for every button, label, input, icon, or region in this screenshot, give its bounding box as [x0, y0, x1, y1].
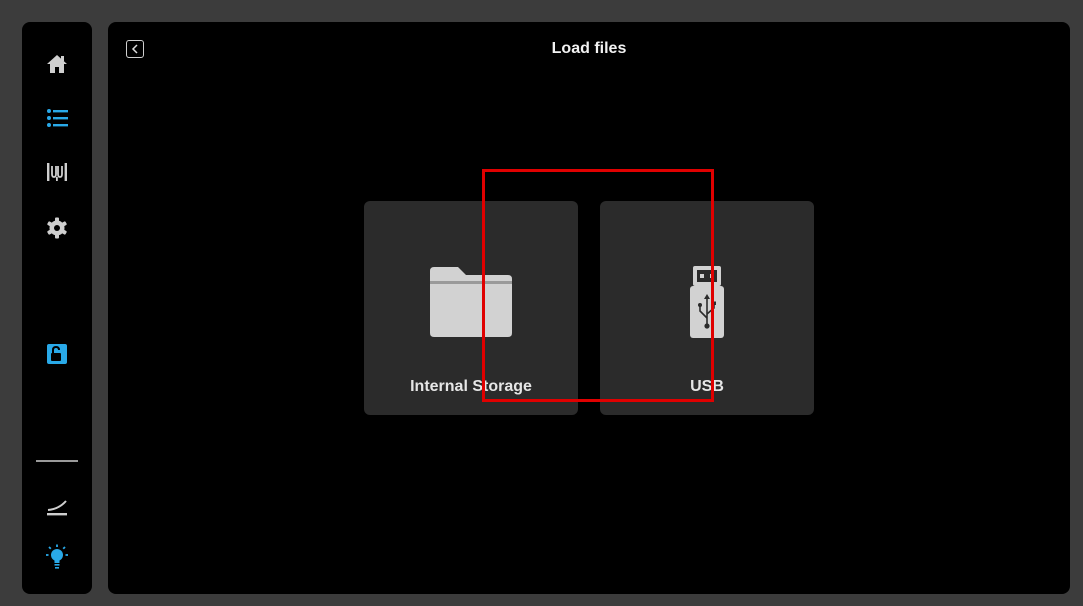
home-icon: [47, 55, 67, 73]
bed-level-icon: [47, 500, 67, 516]
sidebar-divider: [36, 460, 78, 462]
sidebar-item-light[interactable]: [32, 536, 82, 580]
light-bulb-icon: [46, 544, 68, 569]
gear-icon: [47, 217, 67, 239]
list-icon: [47, 109, 68, 127]
sidebar-item-settings[interactable]: [32, 206, 82, 250]
folder-icon: [430, 267, 512, 337]
sidebar-item-files[interactable]: [32, 96, 82, 140]
internal-storage-label: Internal Storage: [410, 378, 532, 395]
usb-drive-icon: [690, 266, 724, 338]
unlock-icon: [47, 344, 67, 364]
screen: Load files Internal Storage USB: [0, 0, 1083, 606]
page-title: Load files: [551, 40, 627, 57]
usb-button[interactable]: USB: [600, 201, 814, 415]
main-panel: Load files Internal Storage USB: [108, 22, 1070, 594]
usb-label: USB: [690, 378, 724, 395]
sidebar-item-filament[interactable]: [32, 150, 82, 194]
sidebar: [22, 22, 92, 594]
internal-storage-button[interactable]: Internal Storage: [364, 201, 578, 415]
sidebar-item-home[interactable]: [32, 42, 82, 86]
sidebar-item-lock[interactable]: [32, 332, 82, 376]
filament-icon: [47, 163, 67, 181]
sidebar-item-bed-level[interactable]: [32, 485, 82, 529]
